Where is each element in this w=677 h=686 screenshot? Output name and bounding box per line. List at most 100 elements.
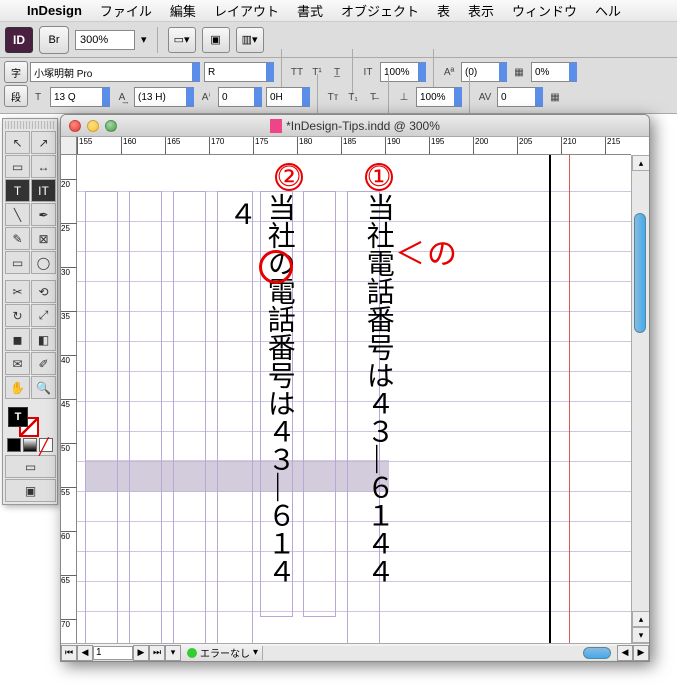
note-tool[interactable]: ✉ — [5, 352, 30, 375]
pen-tool[interactable]: ✒ — [31, 203, 56, 226]
vertical-scale-field[interactable]: 100% — [380, 62, 426, 82]
bleed-edge — [569, 155, 570, 643]
scroll-right-icon[interactable]: ▶ — [633, 645, 649, 661]
font-family-field[interactable]: 小塚明朝 Pro — [30, 62, 200, 82]
app-bar: ID Br 300% ▾ ▭▾ ▣ ▥▾ — [0, 22, 677, 58]
font-size-field[interactable]: 13 Q — [50, 87, 110, 107]
rectangle-tool[interactable]: ▭ — [5, 251, 30, 274]
ellipse-tool[interactable]: ◯ — [31, 251, 56, 274]
stroke-pct-field[interactable]: 0% — [531, 62, 577, 82]
zoom-button[interactable] — [105, 120, 117, 132]
scroll-up-icon[interactable]: ▴ — [632, 155, 650, 171]
first-page-button[interactable]: ⏮ — [61, 645, 77, 661]
aki-field[interactable]: 0 — [218, 87, 262, 107]
horizontal-scale-field[interactable]: 100% — [416, 87, 462, 107]
menu-table[interactable]: 表 — [428, 1, 459, 20]
prev-page-button[interactable]: ◀ — [77, 645, 93, 661]
menu-view[interactable]: 表示 — [459, 1, 503, 20]
baseline-shift-icon: Aª — [441, 64, 457, 80]
horizontal-ruler[interactable]: 155 160 165 170 175 180 185 190 195 200 … — [77, 137, 631, 155]
gap-tool[interactable]: ↔ — [31, 155, 56, 178]
underline-icon[interactable]: T̲ — [329, 64, 345, 80]
fill-swatch[interactable]: T — [8, 407, 28, 427]
page-number-field[interactable]: 1 — [93, 646, 133, 660]
tatechuyoko-icon[interactable]: TT — [289, 64, 305, 80]
palette-grip[interactable] — [5, 121, 55, 129]
vertical-ruler[interactable]: 20 25 30 35 40 45 50 55 60 65 70 — [61, 155, 77, 643]
strikethrough-icon[interactable]: T̶ — [365, 89, 381, 105]
app-name[interactable]: InDesign — [18, 3, 91, 18]
zoom-dropdown-icon[interactable]: ▾ — [141, 33, 147, 46]
canvas[interactable]: 当社電話番号は４３―６１４４ 当社の電話番号は４３―６１４ ４ ① ② ＜の — [77, 155, 631, 643]
scroll-left-icon[interactable]: ◀ — [617, 645, 633, 661]
text-column — [303, 191, 336, 617]
ruler-origin[interactable] — [61, 137, 77, 155]
kerning-field[interactable]: 0H — [266, 87, 310, 107]
char-mode-button[interactable]: 字 — [4, 61, 28, 83]
overflow-char[interactable]: ４ — [229, 193, 257, 225]
last-page-button[interactable]: ⏭ — [149, 645, 165, 661]
preflight-status[interactable]: エラーなし▾ — [187, 645, 258, 660]
menu-file[interactable]: ファイル — [91, 1, 161, 20]
hscroll-thumb[interactable] — [583, 647, 611, 659]
document-icon — [270, 119, 282, 133]
type-tool[interactable]: T — [5, 179, 30, 202]
zoom-level[interactable]: 300% — [75, 30, 135, 50]
horizontal-scrollbar[interactable] — [262, 646, 617, 660]
close-button[interactable] — [69, 120, 81, 132]
text-column — [85, 191, 118, 643]
menu-edit[interactable]: 編集 — [161, 1, 205, 20]
annotation-1: ① — [365, 163, 393, 191]
page-tool[interactable]: ▭ — [5, 155, 30, 178]
selection-tool[interactable]: ↖ — [5, 131, 30, 154]
menu-layout[interactable]: レイアウト — [205, 1, 288, 20]
baseline-shift-field[interactable]: (0) — [461, 62, 507, 82]
line-tool[interactable]: ╲ — [5, 203, 30, 226]
scissors-tool[interactable]: ✂ — [5, 280, 30, 303]
leading-field[interactable]: (13 H) — [134, 87, 194, 107]
eyedropper-tool[interactable]: ✐ — [31, 352, 56, 375]
apply-color[interactable] — [7, 438, 21, 452]
menu-object[interactable]: オブジェクト — [332, 1, 428, 20]
view-options-icon[interactable]: ▭▾ — [168, 27, 196, 53]
rectangle-frame-tool[interactable]: ⊠ — [31, 227, 56, 250]
vscale-icon: IT — [360, 64, 376, 80]
menu-window[interactable]: ウィンドウ — [503, 1, 586, 20]
menu-type[interactable]: 書式 — [288, 1, 332, 20]
apply-none[interactable]: ╱ — [39, 438, 53, 452]
para-mode-button[interactable]: 段 — [4, 85, 28, 107]
gradient-feather-tool[interactable]: ◧ — [31, 328, 56, 351]
minimize-button[interactable] — [87, 120, 99, 132]
indesign-logo[interactable]: ID — [5, 27, 33, 53]
skew-field[interactable]: 0 — [497, 87, 543, 107]
titlebar[interactable]: *InDesign-Tips.indd @ 300% — [61, 115, 649, 137]
vscroll-thumb[interactable] — [634, 213, 646, 333]
preflight-ok-icon — [187, 648, 197, 658]
bridge-button[interactable]: Br — [39, 26, 69, 54]
font-style-field[interactable]: R — [204, 62, 274, 82]
rotate-tool[interactable]: ↻ — [5, 304, 30, 327]
view-mode-normal[interactable]: ▭ — [5, 455, 56, 478]
scroll-down-icon[interactable]: ▾ — [632, 627, 650, 643]
arrange-icon[interactable]: ▥▾ — [236, 27, 264, 53]
gradient-tool[interactable]: ◼ — [5, 328, 30, 351]
view-mode-preview[interactable]: ▣ — [5, 479, 56, 502]
hand-tool[interactable]: ✋ — [5, 376, 30, 399]
next-page-button[interactable]: ▶ — [133, 645, 149, 661]
char-palette-icon[interactable]: ▦ — [547, 89, 563, 105]
vertical-scrollbar[interactable]: ▴ ▴ ▾ — [631, 155, 649, 643]
direct-selection-tool[interactable]: ↗ — [31, 131, 56, 154]
pencil-tool[interactable]: ✎ — [5, 227, 30, 250]
free-transform-tool[interactable]: ⟲ — [31, 280, 56, 303]
menu-help[interactable]: ヘル — [586, 1, 630, 20]
subscript-icon[interactable]: T₁ — [345, 89, 361, 105]
vertical-type-tool[interactable]: IT — [31, 179, 56, 202]
zoom-tool[interactable]: 🔍 — [31, 376, 56, 399]
vertical-text-1[interactable]: 当社電話番号は４３―６１４４ — [362, 193, 393, 615]
scale-tool[interactable]: ⤢ — [31, 304, 56, 327]
apply-gradient[interactable] — [23, 438, 37, 452]
smallcaps-icon[interactable]: Tᴛ — [325, 89, 341, 105]
scroll-up2-icon[interactable]: ▴ — [632, 611, 650, 627]
page-menu-button[interactable]: ▾ — [165, 645, 181, 661]
screen-mode-icon[interactable]: ▣ — [202, 27, 230, 53]
